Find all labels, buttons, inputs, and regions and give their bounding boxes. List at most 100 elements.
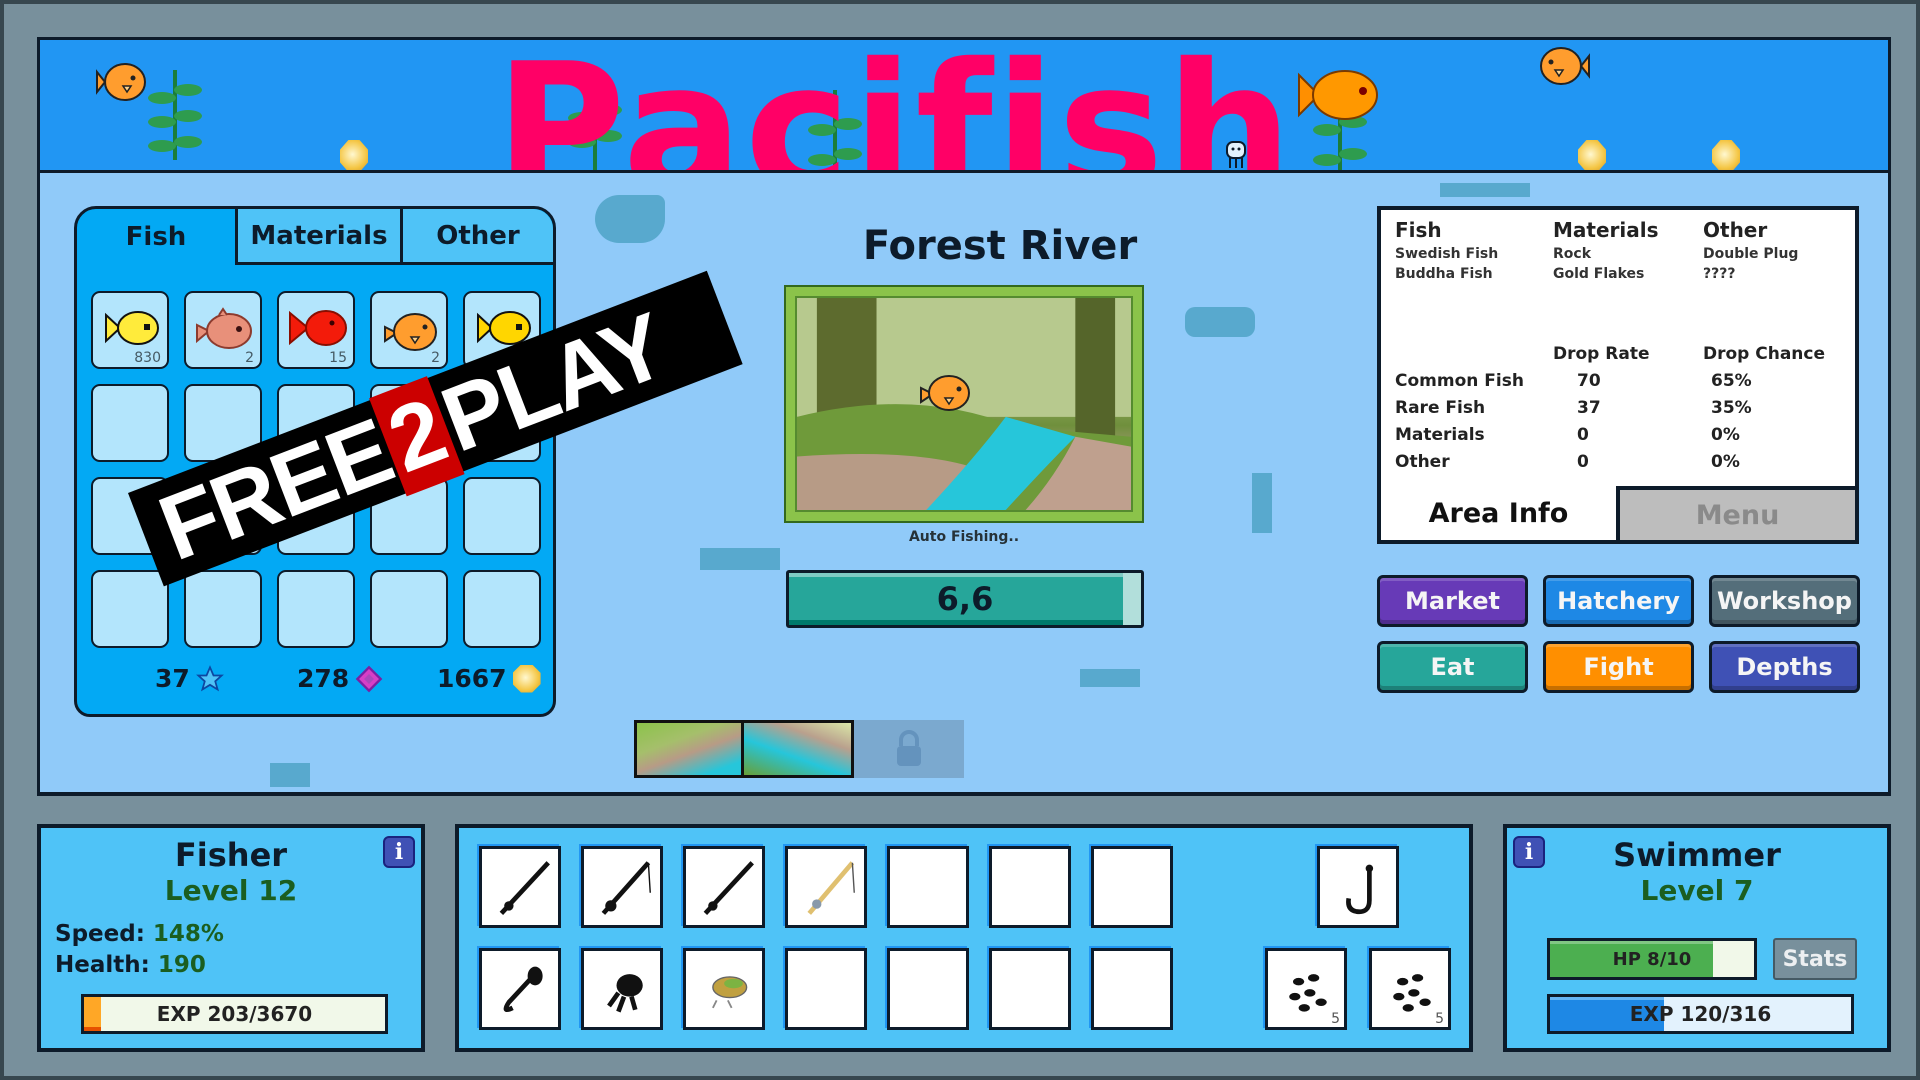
- header-cell: Drop Chance: [1703, 343, 1826, 364]
- bait-slot[interactable]: [785, 948, 867, 1030]
- hatchery-button[interactable]: Hatchery: [1543, 575, 1694, 627]
- fisher-health: Health: 190: [55, 952, 206, 978]
- area-scene[interactable]: [784, 285, 1144, 523]
- area-loot-list: Fish Swedish Fish Buddha Fish Materials …: [1395, 218, 1845, 282]
- market-button[interactable]: Market: [1377, 575, 1528, 627]
- stars-counter: 37: [155, 664, 224, 693]
- info-tabs: Area Info Menu: [1381, 486, 1855, 540]
- inventory-slot[interactable]: 2: [370, 291, 448, 369]
- item-quantity: 2: [431, 350, 440, 366]
- rod-slot[interactable]: [581, 846, 663, 928]
- progress-label: 6,6: [936, 580, 994, 618]
- bg-fish-silhouette: [1440, 183, 1530, 197]
- stat-label: Health:: [55, 952, 150, 978]
- player-fish-icon[interactable]: [917, 368, 973, 414]
- fisher-level: Level 12: [164, 874, 298, 907]
- inventory-slot[interactable]: 2: [184, 291, 262, 369]
- other-column: Other Double Plug ????: [1703, 218, 1845, 282]
- bait-slot[interactable]: [887, 948, 969, 1030]
- swimmer-exp-bar: EXP 120/316: [1547, 994, 1854, 1034]
- hp-label: HP 8/10: [1612, 948, 1692, 970]
- consumable-slot[interactable]: 5: [1265, 948, 1347, 1030]
- tab-other[interactable]: Other: [400, 209, 553, 265]
- fisher-panel: Fisher Level 12 i Speed: 148% Health: 19…: [37, 824, 425, 1052]
- yellow-fish-icon: [105, 311, 159, 345]
- inventory-slot[interactable]: [463, 570, 541, 648]
- tab-materials[interactable]: Materials: [235, 209, 400, 265]
- drop-row: Other 0 0%: [1395, 448, 1845, 475]
- bait-slot[interactable]: [683, 948, 765, 1030]
- swimmer-level: Level 7: [1640, 874, 1754, 907]
- drop-rate: 70: [1577, 370, 1601, 391]
- fisher-title: Fisher: [174, 836, 288, 874]
- bait-slot[interactable]: [581, 948, 663, 1030]
- area-thumb-1[interactable]: [634, 720, 744, 778]
- goldfish-icon[interactable]: [1295, 65, 1385, 125]
- depths-button[interactable]: Depths: [1709, 641, 1860, 693]
- info-icon[interactable]: i: [383, 836, 415, 868]
- swimmer-title: Swimmer: [1613, 836, 1781, 874]
- rod-slot[interactable]: [887, 846, 969, 928]
- lock-icon: [897, 730, 921, 766]
- gems-counter: 278: [297, 664, 383, 693]
- bg-fish-silhouette: [595, 195, 665, 243]
- hook-icon: [1346, 864, 1374, 915]
- exp-label: EXP 203/3670: [156, 1002, 313, 1026]
- fishing-progress-bar: 6,6: [786, 570, 1144, 628]
- item-quantity: 5: [1331, 1011, 1340, 1027]
- drop-type: Common Fish: [1395, 370, 1524, 391]
- tab-menu[interactable]: Menu: [1616, 486, 1855, 540]
- loot-item: Double Plug: [1703, 246, 1799, 262]
- lure-icon: [712, 976, 748, 1009]
- drop-type: Other: [1395, 451, 1450, 472]
- aquarium-banner: Pacifish: [37, 37, 1891, 173]
- gem-icon: [355, 665, 383, 692]
- inventory-slot[interactable]: [91, 570, 169, 648]
- drop-rate: 0: [1577, 451, 1589, 472]
- bait-slot[interactable]: [1091, 948, 1173, 1030]
- bait-slot[interactable]: [989, 948, 1071, 1030]
- star-icon: [195, 664, 224, 691]
- drop-type: Materials: [1395, 424, 1485, 445]
- inventory-slot[interactable]: [277, 570, 355, 648]
- coin-icon[interactable]: [340, 140, 368, 170]
- coin-icon[interactable]: [1712, 140, 1740, 170]
- inventory-slot[interactable]: [463, 477, 541, 555]
- hook-slot[interactable]: [1317, 846, 1399, 928]
- rod-slot[interactable]: [785, 846, 867, 928]
- bottom-bar: Fisher Level 12 i Speed: 148% Health: 19…: [37, 824, 1891, 1052]
- workshop-button[interactable]: Workshop: [1709, 575, 1860, 627]
- rod-basic-icon: [703, 861, 754, 915]
- rod-bamboo-icon: [807, 861, 855, 915]
- drop-row: Materials 0 0%: [1395, 421, 1845, 448]
- rod-reel-icon: [601, 861, 651, 915]
- inventory-slot[interactable]: [91, 384, 169, 462]
- inventory-tabs: Fish Materials Other: [77, 209, 553, 265]
- action-buttons: Market Hatchery Workshop Eat Fight Depth…: [1377, 575, 1860, 693]
- area-info-panel: Fish Swedish Fish Buddha Fish Materials …: [1377, 206, 1859, 544]
- swimmer-hp-bar: HP 8/10: [1547, 938, 1757, 980]
- eat-button[interactable]: Eat: [1377, 641, 1528, 693]
- rod-slot[interactable]: [683, 846, 765, 928]
- fight-button[interactable]: Fight: [1543, 641, 1694, 693]
- rod-slot[interactable]: [479, 846, 561, 928]
- gems-value: 278: [297, 664, 350, 693]
- bait-slot[interactable]: [479, 948, 561, 1030]
- rod-slot[interactable]: [989, 846, 1071, 928]
- inventory-slot[interactable]: 830: [91, 291, 169, 369]
- stat-label: Speed:: [55, 921, 145, 947]
- inventory-slot[interactable]: [370, 570, 448, 648]
- area-thumb-2[interactable]: [744, 720, 854, 778]
- coin-icon[interactable]: [1578, 140, 1606, 170]
- consumable-slot[interactable]: 5: [1369, 948, 1451, 1030]
- area-thumb-locked[interactable]: [854, 720, 964, 778]
- fishing-area: Fish Materials Other 830 2 15 2 37 278 1…: [37, 173, 1891, 796]
- stats-button[interactable]: Stats: [1773, 938, 1857, 980]
- loot-item: Gold Flakes: [1553, 266, 1645, 282]
- rod-slot[interactable]: [1091, 846, 1173, 928]
- tab-area-info[interactable]: Area Info: [1381, 486, 1616, 540]
- inventory-slot[interactable]: 15: [277, 291, 355, 369]
- tab-fish[interactable]: Fish: [77, 209, 235, 265]
- drop-rate: 0: [1577, 424, 1589, 445]
- inventory-slot[interactable]: [184, 570, 262, 648]
